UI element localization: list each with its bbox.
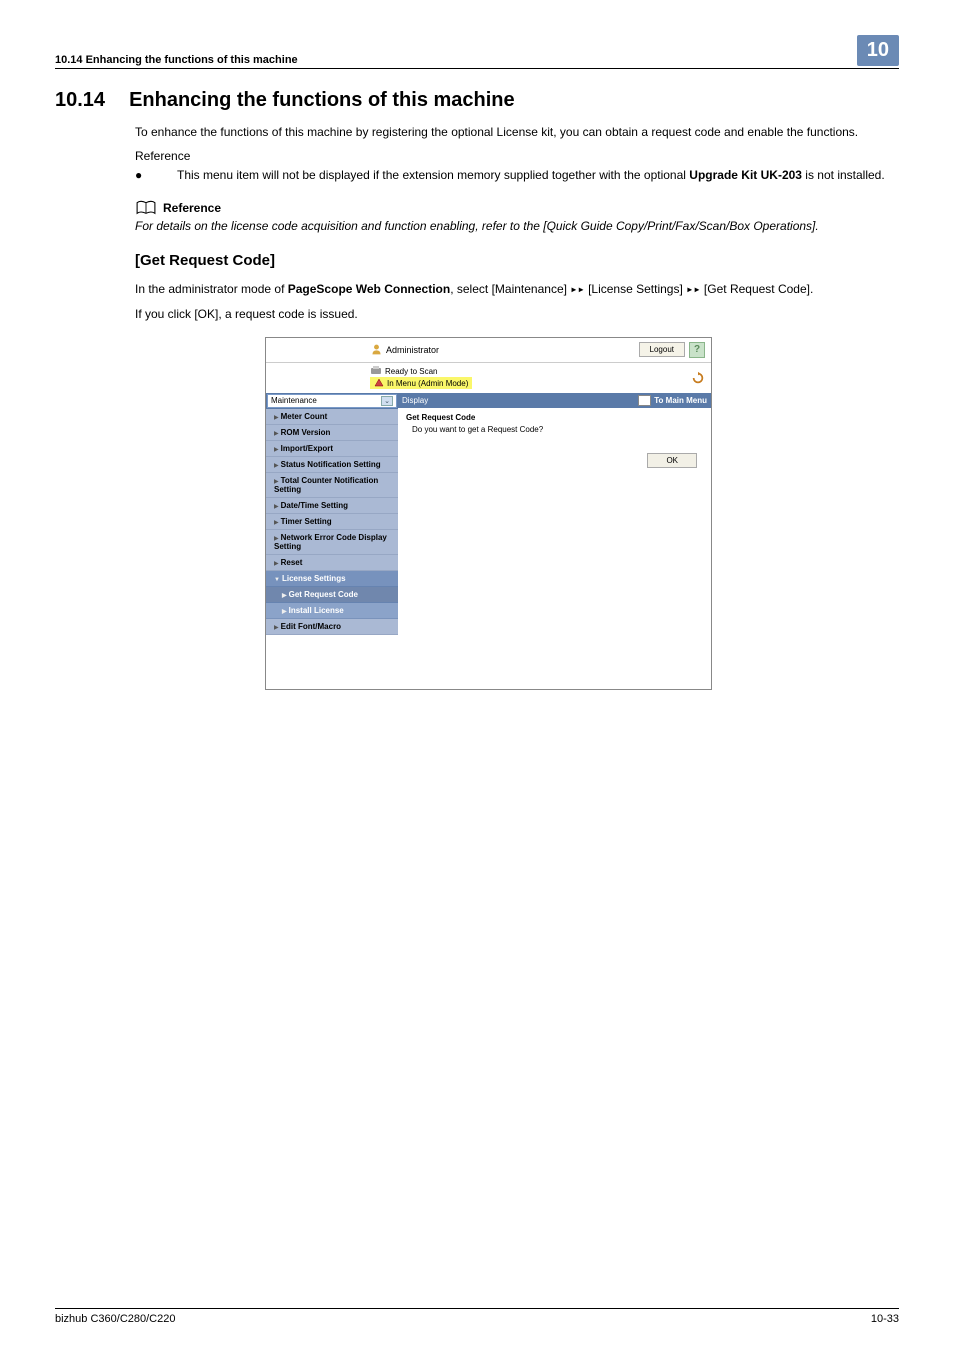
bullet-bold: Upgrade Kit UK-203 <box>689 168 802 182</box>
printer-icon <box>370 366 382 376</box>
subsection-instruction-2: If you click [OK], a request code is iss… <box>135 306 899 323</box>
bullet-marker: ● <box>135 167 177 184</box>
chevron-down-icon: ⌄ <box>381 396 393 406</box>
subsection-instruction-1: In the administrator mode of PageScope W… <box>135 281 899 298</box>
content-message: Do you want to get a Request Code? <box>406 425 703 434</box>
sidebar-item-total-counter[interactable]: ▶Total Counter Notification Setting <box>266 473 398 498</box>
sidebar-item-install[interactable]: ▶Install License <box>266 603 398 619</box>
to-main-menu-button[interactable]: To Main Menu <box>638 395 707 406</box>
ss-content: Display To Main Menu Get Request Code Do… <box>398 393 711 653</box>
ss-admin-label: Administrator <box>370 343 439 356</box>
section-number: 10.14 <box>55 89 105 112</box>
ss-blank-area <box>266 653 711 689</box>
content-title: Get Request Code <box>406 413 703 422</box>
ss-statusbar: Ready to Scan In Menu (Admin Mode) <box>266 363 711 393</box>
sidebar-item-status-notif[interactable]: ▶Status Notification Setting <box>266 457 398 473</box>
maintenance-dropdown[interactable]: Maintenance ⌄ <box>267 394 397 408</box>
bullet-item: ● This menu item will not be displayed i… <box>135 167 899 184</box>
chapter-number-badge: 10 <box>857 35 899 66</box>
book-icon <box>135 200 157 216</box>
sidebar-item-import[interactable]: ▶Import/Export <box>266 441 398 457</box>
warning-icon <box>374 378 384 388</box>
ss-sidebar: Maintenance ⌄ ▶Meter Count ▶ROM Version … <box>266 393 398 653</box>
page-header: 10.14 Enhancing the functions of this ma… <box>55 35 899 69</box>
sidebar-item-get-request[interactable]: ▶Get Request Code <box>266 587 398 603</box>
display-button[interactable]: Display <box>402 396 428 405</box>
bullet-prefix: This menu item will not be displayed if … <box>177 168 689 182</box>
embedded-screenshot: Administrator Logout ? Ready to Scan In … <box>265 337 712 690</box>
header-left-text: 10.14 Enhancing the functions of this ma… <box>55 54 298 66</box>
status-in-menu: In Menu (Admin Mode) <box>370 377 472 389</box>
menu-icon <box>638 395 651 406</box>
footer-page-number: 10-33 <box>871 1313 899 1325</box>
section-intro-text: To enhance the functions of this machine… <box>135 124 899 141</box>
sidebar-item-datetime[interactable]: ▶Date/Time Setting <box>266 498 398 514</box>
sidebar-item-neterror[interactable]: ▶Network Error Code Display Setting <box>266 530 398 555</box>
sidebar-item-license[interactable]: ▼License Settings <box>266 571 398 587</box>
sidebar-item-meter[interactable]: ▶Meter Count <box>266 409 398 425</box>
reference-callout: Reference For details on the license cod… <box>135 200 899 235</box>
sidebar-item-rom[interactable]: ▶ROM Version <box>266 425 398 441</box>
ok-button[interactable]: OK <box>647 453 697 468</box>
logout-button[interactable]: Logout <box>639 342 685 357</box>
section-title-row: 10.14 Enhancing the functions of this ma… <box>55 89 899 112</box>
page-footer: bizhub C360/C280/C220 10-33 <box>55 1308 899 1325</box>
status-ready: Ready to Scan <box>370 366 472 376</box>
bullet-suffix: is not installed. <box>802 168 885 182</box>
reference-box-label: Reference <box>163 201 221 215</box>
sidebar-item-edit-font[interactable]: ▶Edit Font/Macro <box>266 619 398 635</box>
ss-topbar: Administrator Logout ? <box>266 338 711 363</box>
refresh-icon[interactable] <box>691 371 705 385</box>
sidebar-item-timer[interactable]: ▶Timer Setting <box>266 514 398 530</box>
bullet-text: This menu item will not be displayed if … <box>177 167 885 184</box>
help-icon[interactable]: ? <box>689 342 705 358</box>
sidebar-item-reset[interactable]: ▶Reset <box>266 555 398 571</box>
footer-model: bizhub C360/C280/C220 <box>55 1313 175 1325</box>
reference-label: Reference <box>135 149 899 163</box>
reference-box-text: For details on the license code acquisit… <box>135 218 899 235</box>
person-icon <box>370 343 383 356</box>
section-heading: Enhancing the functions of this machine <box>129 89 515 112</box>
subsection-title: [Get Request Code] <box>135 252 899 269</box>
